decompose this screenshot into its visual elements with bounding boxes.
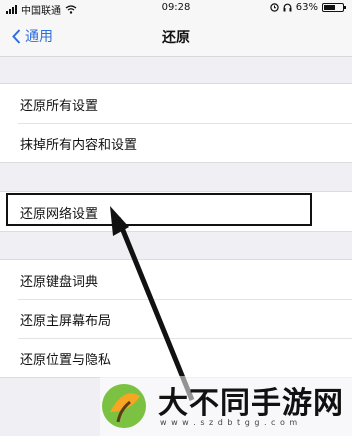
watermark-logo	[102, 384, 146, 428]
nav-bar: 通用 还原	[0, 16, 352, 57]
status-bar: 中国联通 09:28 63%	[0, 0, 352, 17]
row-label: 还原网络设置	[20, 207, 99, 222]
headphones-icon	[283, 3, 292, 12]
page-title: 还原	[162, 30, 190, 46]
battery-fill	[324, 5, 335, 10]
settings-group-2: 还原网络设置	[0, 191, 352, 232]
reset-keyboard-dictionary-row[interactable]: 还原键盘词典	[0, 260, 352, 299]
reset-network-settings-row[interactable]: 还原网络设置	[0, 192, 352, 231]
settings-group-1: 还原所有设置 抹掉所有内容和设置	[0, 83, 352, 163]
battery-percent: 63%	[295, 2, 318, 13]
settings-group-3: 还原键盘词典 还原主屏幕布局 还原位置与隐私	[0, 259, 352, 378]
status-right: 63%	[270, 2, 346, 13]
row-label: 还原主屏幕布局	[20, 314, 112, 329]
watermark-text: 大不同手游网	[158, 386, 344, 421]
watermark: 大不同手游网 w w w . s z d b t g g . c o m	[100, 376, 352, 436]
reset-home-screen-layout-row[interactable]: 还原主屏幕布局	[0, 299, 352, 338]
row-label: 还原键盘词典	[20, 275, 99, 290]
erase-all-content-row[interactable]: 抹掉所有内容和设置	[0, 123, 352, 162]
alarm-icon	[270, 3, 279, 12]
row-label: 还原所有设置	[20, 99, 99, 114]
row-label: 抹掉所有内容和设置	[20, 138, 138, 153]
row-label: 还原位置与隐私	[20, 353, 112, 368]
watermark-url: w w w . s z d b t g g . c o m	[160, 418, 299, 427]
battery-icon	[322, 3, 346, 12]
reset-location-privacy-row[interactable]: 还原位置与隐私	[0, 338, 352, 377]
reset-all-settings-row[interactable]: 还原所有设置	[0, 84, 352, 123]
